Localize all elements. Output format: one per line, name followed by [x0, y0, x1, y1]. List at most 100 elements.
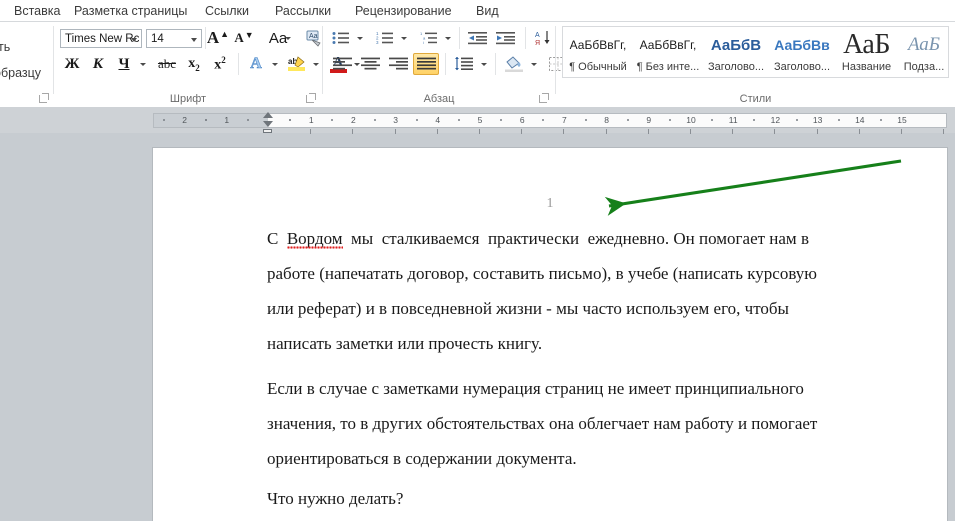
tab-references[interactable]: Ссылки — [199, 2, 255, 20]
ruler-tick-3: 3 — [393, 115, 398, 125]
ruler-tab-stop[interactable] — [901, 129, 902, 134]
text-effects-button[interactable]: A — [244, 53, 268, 75]
grow-font-button[interactable]: A ▲ — [206, 27, 230, 49]
paint-bucket-icon — [505, 56, 523, 72]
ruler-tick-4: 4 — [435, 115, 441, 125]
first-line-indent-marker[interactable] — [263, 112, 273, 118]
tab-view[interactable]: Вид — [470, 2, 505, 20]
paragraph-3[interactable]: Что нужно делать? — [267, 481, 835, 516]
styles-gallery[interactable]: АаБбВвГг, ¶ Обычный АаБбВвГг, ¶ Без инте… — [562, 26, 949, 78]
bold-button[interactable]: Ж — [60, 53, 84, 75]
clear-formatting-icon: Aa — [306, 30, 321, 47]
numbering-button[interactable]: 1 2 3 — [373, 27, 397, 49]
font-name-combo[interactable]: Times New Rc — [60, 29, 142, 48]
ruler-dot — [879, 119, 882, 121]
sort-button[interactable]: A Я — [531, 27, 557, 49]
font-divider-b — [238, 53, 239, 75]
ruler-tab-stop[interactable] — [690, 129, 691, 134]
style-item-subtitle[interactable]: АаБ Подза... — [898, 27, 950, 77]
ruler-tab-stop[interactable] — [858, 129, 860, 134]
align-right-button[interactable] — [385, 53, 411, 75]
hanging-indent-marker[interactable] — [263, 121, 273, 127]
group-clipboard: ть образцу — [0, 22, 53, 107]
align-right-icon — [388, 57, 408, 70]
ribbon-tab-bar: Вставка Разметка страницы Ссылки Рассылк… — [0, 0, 955, 22]
style-item-no-spacing[interactable]: АаБбВвГг, ¶ Без инте... — [633, 27, 703, 77]
ruler-tick-8: 8 — [604, 115, 609, 125]
shrink-font-button[interactable]: A ▼ — [232, 27, 256, 49]
text-effects-dropdown-button[interactable] — [269, 53, 282, 75]
tab-mailings[interactable]: Рассылки — [269, 2, 337, 20]
chevron-down-icon — [285, 37, 291, 40]
line-spacing-dropdown-button[interactable] — [478, 53, 491, 75]
group-font: Times New Rc 14 A ▲ A ▼ Aa Aa Ж К Ч abc … — [54, 22, 360, 107]
line-spacing-button[interactable] — [451, 53, 477, 75]
chevron-down-icon — [131, 38, 137, 42]
paragraph-2-line-3: ориентироваться в содержании документа. — [267, 449, 577, 468]
bullets-dropdown-button[interactable] — [354, 27, 367, 49]
align-justify-button[interactable] — [413, 53, 439, 75]
ruler-tab-stop[interactable] — [436, 129, 438, 134]
align-left-button[interactable] — [329, 53, 355, 75]
strikethrough-button[interactable]: abc — [154, 53, 180, 75]
ruler-tab-stop[interactable] — [394, 129, 396, 134]
paragraph-2[interactable]: Если в случае с заметками нумерация стра… — [267, 371, 835, 476]
ruler-tab-stop[interactable] — [774, 129, 776, 134]
ruler-left-margin-zone — [154, 114, 268, 127]
multilevel-list-button[interactable]: 1 a i — [417, 27, 441, 49]
align-center-button[interactable] — [357, 53, 383, 75]
italic-button[interactable]: К — [86, 53, 110, 75]
ruler-tick-15: 15 — [897, 115, 907, 125]
grow-font-icon: A — [206, 28, 220, 47]
highlight-color-button[interactable]: ab — [285, 53, 309, 75]
underline-dropdown-button[interactable] — [136, 53, 150, 75]
ruler-tab-stop[interactable] — [605, 129, 607, 134]
ruler-dot — [289, 119, 292, 121]
ruler-tab-stop[interactable] — [943, 129, 945, 134]
style-name-normal: ¶ Обычный — [569, 61, 627, 73]
multilevel-list-dropdown-button[interactable] — [442, 27, 455, 49]
paragraph-dialog-launcher[interactable] — [538, 93, 549, 104]
style-item-normal[interactable]: АаБбВвГг, ¶ Обычный — [563, 27, 633, 77]
tab-review[interactable]: Рецензирование — [349, 2, 458, 20]
chevron-down-icon — [401, 37, 407, 40]
ruler-tick-12: 12 — [770, 115, 781, 125]
underline-button[interactable]: Ч — [112, 53, 136, 75]
ruler-tab-stop[interactable] — [310, 129, 312, 134]
shading-button[interactable] — [501, 53, 527, 75]
subscript-button[interactable]: x2 — [182, 53, 206, 75]
ruler-tab-stop[interactable] — [479, 129, 480, 134]
ruler-tab-stop[interactable] — [563, 129, 565, 134]
ribbon-body: ть образцу Times New Rc 14 A ▲ — [0, 22, 955, 107]
font-dialog-launcher[interactable] — [305, 93, 316, 104]
ruler-tab-stop[interactable] — [521, 129, 523, 134]
font-size-combo[interactable]: 14 — [146, 29, 202, 48]
ruler-tab-stop[interactable] — [352, 129, 354, 134]
paragraph-1-line-2: работе (напечатать договор, составить пи… — [267, 264, 817, 283]
ruler-tab-stop[interactable] — [732, 129, 734, 134]
tab-page-layout[interactable]: Разметка страницы — [68, 2, 193, 20]
paragraph-1[interactable]: С Вордом мы сталкиваемся практически еже… — [267, 221, 835, 361]
clipboard-dialog-launcher[interactable] — [38, 93, 49, 104]
svg-text:3: 3 — [376, 40, 379, 45]
line-spacing-icon — [455, 57, 473, 71]
ruler-tick-2: 2 — [351, 115, 356, 125]
align-center-icon — [360, 57, 380, 70]
ruler-tab-stop[interactable] — [647, 129, 649, 134]
ruler-tab-stop[interactable] — [816, 129, 818, 134]
shading-dropdown-button[interactable] — [528, 53, 541, 75]
style-item-title[interactable]: АаБ Название — [835, 27, 898, 77]
align-justify-icon — [416, 57, 436, 70]
shrink-font-icon: A — [234, 30, 244, 45]
numbering-dropdown-button[interactable] — [398, 27, 411, 49]
increase-indent-button[interactable] — [493, 27, 519, 49]
tab-insert[interactable]: Вставка — [8, 2, 66, 20]
document-canvas[interactable]: 1 С Вордом мы сталкиваемся практически е… — [0, 133, 955, 521]
document-page[interactable]: 1 С Вордом мы сталкиваемся практически е… — [153, 148, 947, 521]
style-item-heading-2[interactable]: АаБбВв Заголово... — [769, 27, 835, 77]
change-case-button[interactable]: Aa — [262, 27, 294, 49]
decrease-indent-button[interactable] — [465, 27, 491, 49]
style-item-heading-1[interactable]: АаБбВ Заголово... — [703, 27, 769, 77]
bullets-button[interactable] — [329, 27, 353, 49]
superscript-button[interactable]: x2 — [208, 53, 232, 75]
